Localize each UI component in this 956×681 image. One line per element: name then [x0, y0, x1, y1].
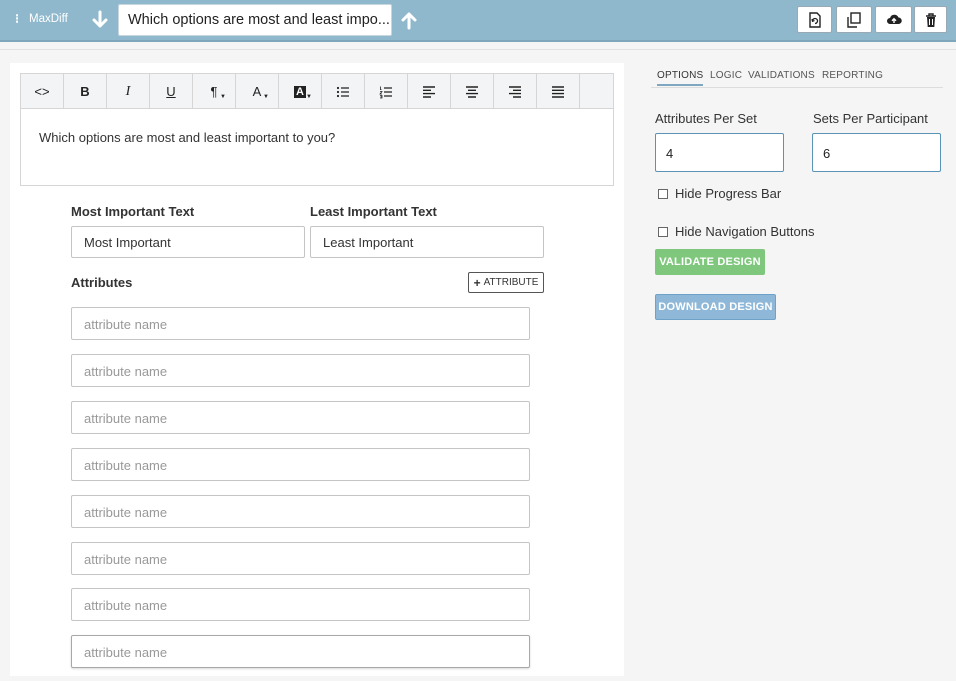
italic-button[interactable]: I — [107, 74, 150, 109]
cloud-upload-icon — [886, 14, 902, 24]
most-important-label: Most Important Text — [71, 204, 195, 219]
attributes-per-set-input[interactable]: 4 — [655, 133, 784, 172]
sets-per-participant-input[interactable]: 6 — [812, 133, 941, 172]
editor-panel: <> B I U ¶ ▼ A ▼ A ▼ Which options are m… — [10, 63, 624, 676]
bold-button[interactable]: B — [64, 74, 107, 109]
tab-validations[interactable]: VALIDATIONS — [748, 70, 815, 81]
align-justify-icon — [552, 85, 564, 98]
attribute-input-5[interactable]: attribute name — [71, 495, 530, 528]
bullet-list-icon — [336, 86, 349, 97]
caret-down-icon: ▼ — [263, 94, 269, 100]
attributes-per-set-label: Attributes Per Set — [655, 111, 757, 126]
least-important-input[interactable]: Least Important — [310, 226, 544, 258]
text-color-button[interactable]: A ▼ — [236, 74, 279, 109]
top-bar: ⁝ MaxDiff Which options are most and lea… — [0, 0, 956, 42]
hide-progress-bar-checkbox[interactable] — [658, 188, 668, 199]
align-left-button[interactable] — [408, 74, 451, 109]
add-attribute-button[interactable]: + ATTRIBUTE — [468, 272, 544, 293]
hide-navigation-row[interactable]: Hide Navigation Buttons — [658, 224, 814, 239]
align-right-button[interactable] — [494, 74, 537, 109]
attribute-input-2[interactable]: attribute name — [71, 354, 530, 387]
attribute-input-6[interactable]: attribute name — [71, 542, 530, 575]
attribute-input-7[interactable]: attribute name — [71, 588, 530, 621]
hide-navigation-checkbox[interactable] — [658, 226, 668, 237]
menu-icon[interactable]: ⁝ — [15, 11, 19, 27]
justify-button[interactable] — [537, 74, 580, 109]
hide-navigation-label: Hide Navigation Buttons — [675, 224, 815, 239]
code-view-button[interactable]: <> — [21, 74, 64, 109]
attribute-input-8[interactable]: attribute name — [71, 635, 530, 668]
caret-down-icon: ▼ — [306, 94, 312, 100]
bullet-list-button[interactable] — [322, 74, 365, 109]
align-right-icon — [509, 85, 521, 98]
question-type-label: MaxDiff — [29, 13, 68, 25]
rte-toolbar: <> B I U ¶ ▼ A ▼ A ▼ — [21, 74, 613, 109]
align-center-icon — [466, 85, 478, 98]
tab-options[interactable]: OPTIONS — [657, 70, 704, 86]
background-color-button[interactable]: A ▼ — [279, 74, 322, 109]
numbered-list-icon — [379, 86, 392, 98]
refresh-doc-button[interactable] — [797, 6, 832, 33]
copy-button[interactable] — [836, 6, 872, 33]
tab-reporting[interactable]: REPORTING — [822, 70, 883, 81]
move-up-icon[interactable] — [400, 10, 418, 30]
rich-text-editor[interactable]: <> B I U ¶ ▼ A ▼ A ▼ Which options are m… — [20, 73, 614, 186]
delete-button[interactable] — [914, 6, 947, 33]
attribute-input-1[interactable]: attribute name — [71, 307, 530, 340]
download-design-button[interactable]: DOWNLOAD DESIGN — [655, 294, 776, 320]
header-divider — [0, 49, 956, 50]
doc-refresh-icon — [808, 11, 821, 28]
sets-per-participant-label: Sets Per Participant — [813, 111, 928, 126]
least-important-label: Least Important Text — [310, 204, 437, 219]
move-down-icon[interactable] — [91, 10, 109, 30]
attributes-label: Attributes — [71, 275, 133, 290]
align-center-button[interactable] — [451, 74, 494, 109]
question-title-input[interactable]: Which options are most and least impo... — [118, 4, 392, 36]
hide-progress-bar-label: Hide Progress Bar — [675, 186, 782, 201]
attribute-input-4[interactable]: attribute name — [71, 448, 530, 481]
hide-progress-bar-row[interactable]: Hide Progress Bar — [658, 186, 781, 201]
editor-content[interactable]: Which options are most and least importa… — [21, 109, 613, 166]
numbered-list-button[interactable] — [365, 74, 408, 109]
add-attribute-label: ATTRIBUTE — [483, 277, 539, 288]
paragraph-button[interactable]: ¶ ▼ — [193, 74, 236, 109]
plus-icon: + — [473, 275, 481, 290]
caret-down-icon: ▼ — [220, 94, 226, 100]
validate-design-button[interactable]: VALIDATE DESIGN — [655, 249, 765, 275]
trash-icon — [925, 12, 936, 27]
paragraph-icon: ¶ — [210, 84, 218, 99]
copy-icon — [847, 11, 861, 28]
upload-button[interactable] — [875, 6, 912, 33]
tab-logic[interactable]: LOGIC — [710, 70, 742, 81]
align-left-icon — [423, 85, 435, 98]
font-color-icon: A — [252, 84, 262, 99]
background-color-icon: A — [294, 85, 306, 98]
attribute-input-3[interactable]: attribute name — [71, 401, 530, 434]
underline-button[interactable]: U — [150, 74, 193, 109]
options-tabs: OPTIONS LOGIC VALIDATIONS REPORTING — [651, 68, 943, 88]
most-important-input[interactable]: Most Important — [71, 226, 305, 258]
